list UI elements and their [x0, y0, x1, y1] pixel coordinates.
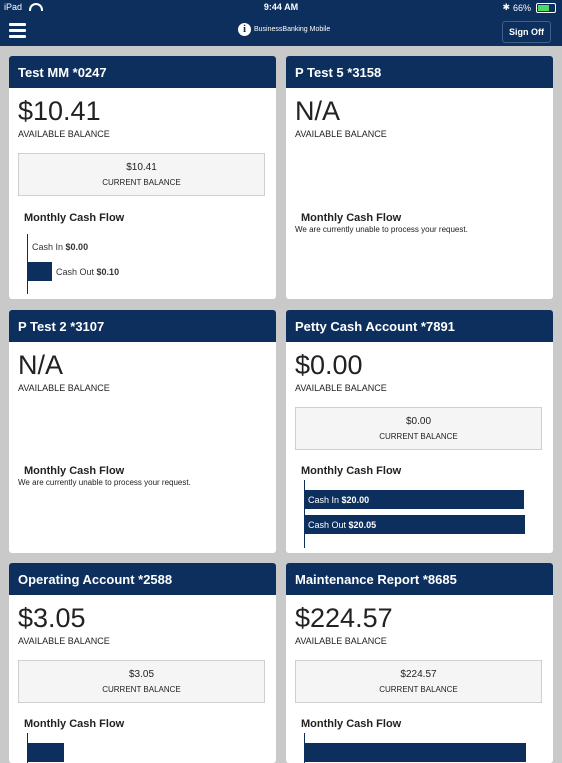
cash-in-bar — [305, 743, 526, 762]
monthly-cash-flow-title: Monthly Cash Flow — [301, 212, 402, 224]
current-balance-label: CURRENT BALANCE — [102, 178, 181, 187]
current-balance-box: $10.41 CURRENT BALANCE — [18, 153, 265, 196]
account-card[interactable]: Petty Cash Account *7891 $0.00 AVAILABLE… — [286, 310, 553, 553]
available-balance-label: AVAILABLE BALANCE — [18, 129, 110, 139]
current-balance-box: $3.05 CURRENT BALANCE — [18, 660, 265, 703]
account-title[interactable]: Test MM *0247 — [9, 56, 276, 88]
app-logo: i BusinessBanking Mobile — [238, 23, 330, 36]
monthly-cash-flow-title: Monthly Cash Flow — [301, 718, 402, 730]
brand-name: BusinessBanking Mobile — [254, 26, 331, 33]
account-title[interactable]: P Test 2 *3107 — [9, 310, 276, 342]
current-balance-box: $224.57 CURRENT BALANCE — [295, 660, 542, 703]
current-balance-label: CURRENT BALANCE — [379, 432, 458, 441]
current-balance-value: $3.05 — [128, 669, 155, 680]
cash-in-value: $0.00 — [65, 242, 89, 252]
available-balance-value: N/A — [295, 96, 341, 126]
available-balance-value: $3.05 — [18, 603, 86, 633]
unable-message: We are currently unable to process your … — [295, 225, 468, 234]
battery-icon — [536, 2, 556, 13]
account-title[interactable]: Maintenance Report *8685 — [286, 563, 553, 595]
account-card[interactable]: Maintenance Report *8685 $224.57 AVAILAB… — [286, 563, 553, 763]
cash-in-label: Cash In — [32, 242, 64, 252]
unable-message: We are currently unable to process your … — [18, 478, 191, 487]
available-balance-value: $0.00 — [295, 350, 363, 380]
status-bar: iPad 9:44 AM ✱ 66% — [0, 0, 562, 16]
battery-percent: 66% — [512, 2, 531, 13]
current-balance-label: CURRENT BALANCE — [102, 685, 181, 694]
current-balance-value: $0.00 — [405, 416, 432, 427]
menu-icon[interactable] — [9, 23, 26, 39]
battery-fill — [538, 4, 549, 11]
cash-in-value: $20.00 — [341, 494, 370, 505]
cash-out-bar — [28, 262, 52, 281]
available-balance-value: $10.41 — [18, 96, 101, 126]
account-card[interactable]: Operating Account *2588 $3.05 AVAILABLE … — [9, 563, 276, 763]
account-card[interactable]: P Test 5 *3158 N/A AVAILABLE BALANCE Mon… — [286, 56, 553, 299]
available-balance-label: AVAILABLE BALANCE — [295, 129, 387, 139]
available-balance-label: AVAILABLE BALANCE — [295, 636, 387, 646]
sign-off-button[interactable]: Sign Off — [502, 21, 551, 43]
cash-out-label: Cash Out — [308, 519, 347, 530]
cash-out-value: $20.05 — [348, 519, 377, 530]
available-balance-label: AVAILABLE BALANCE — [295, 383, 387, 393]
cash-in-bar: Cash In $20.00 — [305, 490, 524, 509]
app-header: i BusinessBanking Mobile Sign Off — [0, 16, 562, 46]
available-balance-label: AVAILABLE BALANCE — [18, 383, 110, 393]
available-balance-value: N/A — [18, 350, 64, 380]
monthly-cash-flow-title: Monthly Cash Flow — [24, 465, 125, 477]
account-card[interactable]: P Test 2 *3107 N/A AVAILABLE BALANCE Mon… — [9, 310, 276, 553]
current-balance-value: $224.57 — [400, 669, 437, 680]
cash-out-value: $0.10 — [96, 267, 120, 277]
cash-out-bar: Cash Out $20.05 — [305, 515, 525, 534]
account-title[interactable]: Petty Cash Account *7891 — [286, 310, 553, 342]
current-balance-label: CURRENT BALANCE — [379, 685, 458, 694]
monthly-cash-flow-title: Monthly Cash Flow — [24, 212, 125, 224]
cash-in-bar — [28, 743, 64, 762]
current-balance-box: $0.00 CURRENT BALANCE — [295, 407, 542, 450]
account-title[interactable]: P Test 5 *3158 — [286, 56, 553, 88]
logo-icon: i — [238, 23, 251, 36]
status-right: ✱ 66% — [502, 2, 556, 13]
bluetooth-icon: ✱ — [502, 2, 510, 12]
available-balance-value: $224.57 — [295, 603, 393, 633]
available-balance-label: AVAILABLE BALANCE — [18, 636, 110, 646]
monthly-cash-flow-title: Monthly Cash Flow — [301, 465, 402, 477]
status-time: 9:44 AM — [263, 2, 299, 12]
cash-out-label: Cash Out — [56, 267, 95, 277]
cash-out-row: Cash Out $0.10 — [56, 267, 119, 277]
account-title[interactable]: Operating Account *2588 — [9, 563, 276, 595]
current-balance-value: $10.41 — [126, 162, 157, 173]
cash-in-label: Cash In — [308, 494, 340, 505]
cash-in-row: Cash In $0.00 — [32, 242, 88, 252]
monthly-cash-flow-title: Monthly Cash Flow — [24, 718, 125, 730]
account-card[interactable]: Test MM *0247 $10.41 AVAILABLE BALANCE $… — [9, 56, 276, 299]
